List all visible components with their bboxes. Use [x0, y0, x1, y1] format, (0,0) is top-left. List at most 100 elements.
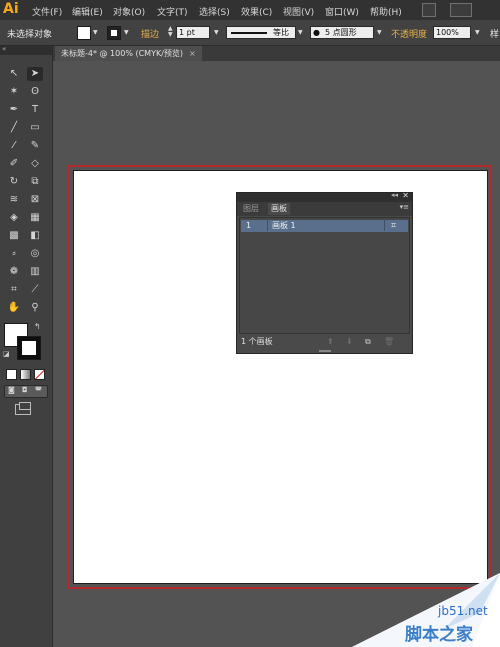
artboard-number: 1 [246, 221, 252, 230]
menu-object[interactable]: 对象(O) [113, 5, 145, 18]
rotate-tool-icon[interactable]: ↻ [6, 175, 22, 189]
eraser-tool-icon[interactable]: ◇ [27, 157, 43, 171]
menu-window[interactable]: 窗口(W) [325, 5, 359, 18]
collapse-icon[interactable]: « [2, 45, 6, 53]
artboard-name[interactable]: 画板 1 [272, 220, 296, 232]
app-logo: Ai [3, 1, 19, 17]
opacity-field[interactable]: 100% [433, 26, 471, 39]
move-down-icon[interactable]: ⬇ [346, 335, 353, 349]
chevron-down-icon[interactable]: ▼ [377, 29, 382, 36]
artboard-tool-icon[interactable]: ⌗ [6, 283, 22, 297]
none-mode-icon[interactable] [34, 369, 45, 380]
warp-tool-icon[interactable]: ≋ [6, 193, 22, 207]
tab-artboards[interactable]: 画板 [268, 203, 290, 215]
lasso-tool-icon[interactable]: ʘ [27, 85, 43, 99]
swap-colors-icon[interactable]: ↰ [34, 322, 41, 331]
list-item[interactable]: 1 画板 1 ⌗ [241, 219, 408, 232]
chevron-down-icon[interactable]: ▼ [298, 29, 303, 36]
row-divider [384, 219, 385, 231]
selection-tool-icon[interactable]: ↖ [6, 67, 22, 81]
shape-builder-tool-icon[interactable]: ◈ [6, 211, 22, 225]
tools-panel-header[interactable]: « [0, 45, 52, 55]
blob-brush-tool-icon[interactable]: ✐ [6, 157, 22, 171]
stroke-label[interactable]: 描边 [141, 27, 159, 40]
gradient-mode-icon[interactable] [20, 369, 31, 380]
scale-tool-icon[interactable]: ⧉ [27, 175, 43, 189]
menu-file[interactable]: 文件(F) [32, 5, 62, 18]
stroke-profile-select[interactable]: 等比 [226, 26, 296, 39]
menu-select[interactable]: 选择(S) [199, 5, 230, 18]
close-icon[interactable]: ✕ [402, 191, 409, 200]
stroke-line-icon [231, 32, 267, 34]
type-tool-icon[interactable]: T [27, 103, 43, 117]
slice-tool-icon[interactable]: ⟋ [27, 283, 43, 297]
stroke-weight-field[interactable]: 1 pt [176, 26, 210, 39]
mesh-tool-icon[interactable]: ▩ [6, 229, 22, 243]
brush-value: 5 点圆形 [325, 28, 357, 37]
stroke-profile-value: 等比 [273, 28, 289, 37]
panel-footer: 1 个画板 ⬆ ⬇ ⧉ 🗑 [237, 335, 412, 349]
free-transform-tool-icon[interactable]: ⊠ [27, 193, 43, 207]
collapse-icon[interactable]: ◂◂ [391, 191, 398, 199]
column-graph-tool-icon[interactable]: ▥ [27, 265, 43, 279]
panel-title-bar[interactable]: ◂◂ ✕ [237, 191, 412, 202]
document-tab-title: 未标题-4* @ 100% (CMYK/预览) [61, 49, 184, 58]
magic-wand-tool-icon[interactable]: ✶ [6, 85, 22, 99]
drawing-modes-group[interactable]: ◙ ◘ ◚ [4, 385, 48, 398]
menu-type[interactable]: 文字(T) [157, 5, 188, 18]
brush-select[interactable]: ● 5 点圆形 [310, 26, 374, 39]
dot-icon: ● [313, 28, 320, 37]
blend-tool-icon[interactable]: ◎ [27, 247, 43, 261]
tab-layers[interactable]: 图层 [240, 203, 262, 215]
panel-menu-icon[interactable]: ▾≡ [400, 203, 409, 211]
chevron-down-icon[interactable]: ▼ [214, 29, 219, 36]
opacity-label[interactable]: 不透明度 [391, 27, 427, 40]
watermark-name: 脚本之家 [405, 625, 473, 645]
style-label[interactable]: 样 [490, 27, 499, 40]
draw-normal-icon[interactable]: ◙ [8, 386, 15, 394]
eyedropper-tool-icon[interactable]: ⸗ [6, 247, 22, 261]
stroke-color-box[interactable] [17, 336, 41, 360]
stroke-swatch[interactable] [107, 26, 121, 40]
arrange-documents-icon[interactable] [450, 3, 472, 17]
draw-behind-icon[interactable]: ◘ [22, 386, 28, 394]
pencil-tool-icon[interactable]: ✎ [27, 139, 43, 153]
chevron-down-icon[interactable]: ▼ [475, 29, 480, 36]
watermark-site: jb51.net [438, 604, 488, 618]
panel-resize-grip[interactable] [319, 350, 331, 352]
stepper-icon[interactable]: ▲ ▼ [168, 26, 173, 38]
perspective-grid-tool-icon[interactable]: ▦ [27, 211, 43, 225]
menu-view[interactable]: 视图(V) [283, 5, 314, 18]
artboard-count: 1 个画板 [241, 337, 273, 346]
chevron-down-icon[interactable]: ▼ [124, 29, 129, 36]
close-icon[interactable]: × [189, 49, 196, 58]
symbol-sprayer-tool-icon[interactable]: ❁ [6, 265, 22, 279]
zoom-tool-icon[interactable]: ⚲ [27, 301, 43, 315]
fill-swatch[interactable] [77, 26, 91, 40]
new-artboard-icon[interactable]: ⧉ [365, 335, 371, 349]
menu-edit[interactable]: 编辑(E) [72, 5, 103, 18]
chevron-down-icon[interactable]: ▼ [93, 29, 98, 36]
pen-tool-icon[interactable]: ✒ [6, 103, 22, 117]
paintbrush-tool-icon[interactable]: ⁄ [6, 139, 22, 153]
default-colors-icon[interactable]: ◪ [3, 350, 10, 358]
bridge-icon[interactable] [422, 3, 436, 17]
direct-selection-tool-icon[interactable]: ➤ [27, 67, 43, 81]
draw-inside-icon[interactable]: ◚ [35, 386, 42, 394]
row-divider [267, 219, 268, 231]
delete-artboard-icon[interactable]: 🗑 [384, 335, 394, 349]
menu-help[interactable]: 帮助(H) [370, 5, 402, 18]
control-bar: 未选择对象 ▼ ▼ 描边 ▲ ▼ 1 pt ▼ 等比 ▼ ● 5 点圆形 ▼ 不透… [0, 20, 500, 46]
hand-tool-icon[interactable]: ✋ [6, 301, 22, 315]
color-mode-icon[interactable] [6, 369, 17, 380]
screen-mode-icon[interactable] [15, 402, 31, 415]
artboard-options-icon[interactable]: ⌗ [391, 220, 396, 232]
gradient-tool-icon[interactable]: ◧ [27, 229, 43, 243]
selection-status: 未选择对象 [7, 30, 53, 40]
menu-effect[interactable]: 效果(C) [241, 5, 272, 18]
document-tab[interactable]: 未标题-4* @ 100% (CMYK/预览) × [55, 46, 202, 61]
rectangle-tool-icon[interactable]: ▭ [27, 121, 43, 135]
move-up-icon[interactable]: ⬆ [327, 335, 334, 349]
line-tool-icon[interactable]: ╱ [6, 121, 22, 135]
artboards-panel: ◂◂ ✕ 图层 画板 ▾≡ 1 画板 1 ⌗ 1 个画板 ⬆ ⬇ ⧉ 🗑 [236, 191, 413, 354]
